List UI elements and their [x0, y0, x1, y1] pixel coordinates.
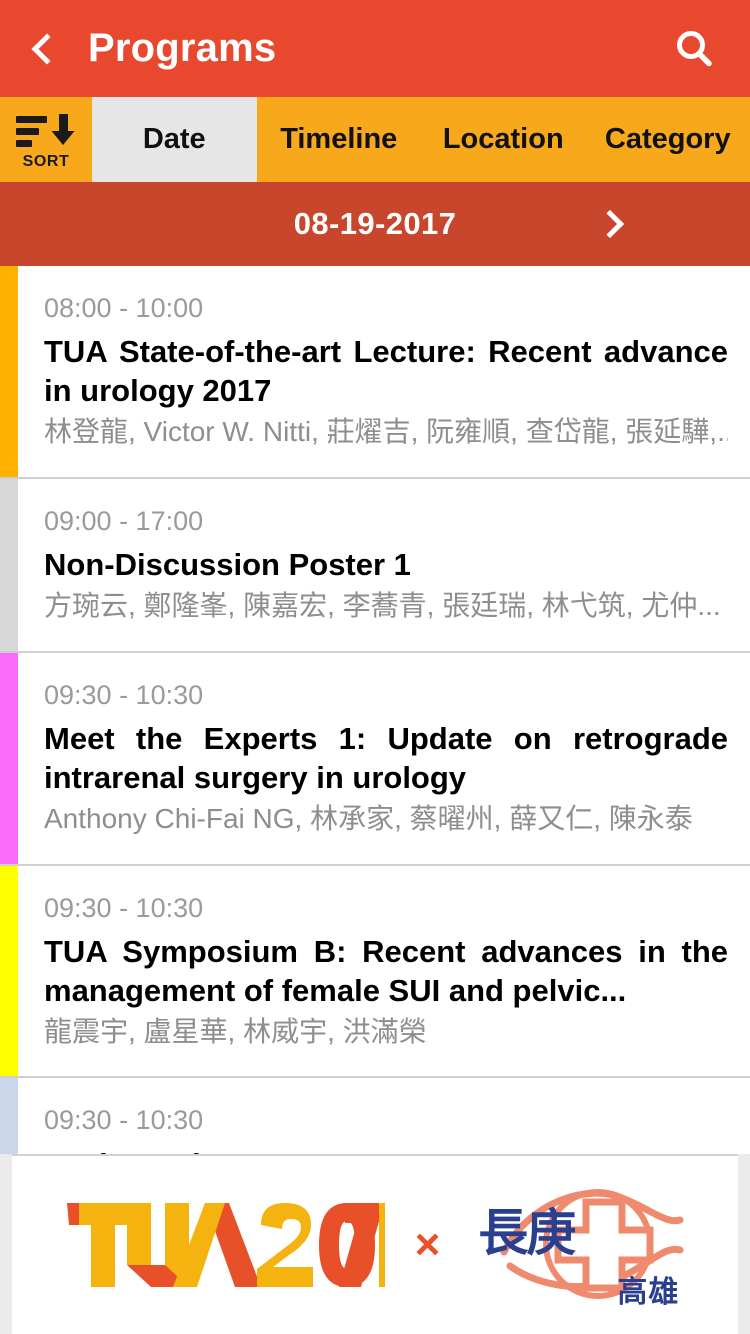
- tab-location[interactable]: Location: [421, 97, 586, 182]
- tua2017-logo: [65, 1195, 385, 1295]
- session-time: 09:00 - 17:00: [44, 505, 204, 536]
- tab-category[interactable]: Category: [586, 97, 750, 182]
- arrow-down-icon: [51, 114, 75, 145]
- session-speakers: 龍震宇, 盧星華, 林威宇, 洪滿榮: [44, 1016, 427, 1048]
- list-item-body: 09:00 - 17:00 Non-Discussion Poster 1 方琬…: [18, 479, 750, 651]
- session-time: 09:30 - 10:30: [44, 1105, 204, 1136]
- cgmh-branch: 高雄: [617, 1275, 680, 1310]
- list-item-body: 08:00 - 10:00 TUA State-of-the-art Lectu…: [18, 266, 750, 477]
- tab-list: Date Timeline Location Category: [92, 97, 750, 182]
- date-selector-bar: 08-19-2017: [0, 182, 750, 266]
- cgmh-name: 長庚: [478, 1203, 576, 1262]
- chevron-right-icon: [595, 209, 625, 239]
- chevron-left-icon: [31, 32, 63, 65]
- list-item-body: 09:30 - 10:30 TUA Symposium B: Recent ad…: [18, 866, 750, 1077]
- tua2017-wordmark-icon: [66, 1203, 385, 1287]
- cgmh-logo: 長庚 高雄: [470, 1180, 685, 1310]
- app-root: Programs SORT Date Timeline Location Cat: [0, 0, 750, 1334]
- list-item[interactable]: 09:30 - 10:30 Meet the Experts 1: Update…: [0, 652, 750, 866]
- sort-button[interactable]: SORT: [0, 97, 92, 182]
- session-speakers: 林登龍, Victor W. Nitti, 莊燿吉, 阮雍順, 查岱龍, 張延驊…: [44, 416, 728, 448]
- category-stripe: [0, 652, 18, 864]
- app-header: Programs: [0, 0, 750, 97]
- list-item-body: 09:30 - 10:30 Meet the Experts 1: Update…: [18, 653, 750, 864]
- session-title: Meet the Experts 1: Update on retrograde…: [44, 721, 728, 796]
- category-stripe: [0, 266, 18, 477]
- list-item[interactable]: 08:00 - 10:00 TUA State-of-the-art Lectu…: [0, 266, 750, 479]
- page-title: Programs: [88, 26, 277, 70]
- tab-timeline[interactable]: Timeline: [257, 97, 422, 182]
- next-date-button[interactable]: [580, 182, 640, 266]
- list-item[interactable]: 09:30 - 10:30 TUA Symposium B: Recent ad…: [0, 865, 750, 1079]
- sponsor-banner-inner: × 長庚 高雄: [12, 1154, 738, 1334]
- search-icon: [677, 30, 712, 66]
- sort-descending-icon: [16, 113, 76, 151]
- session-time: 09:30 - 10:30: [44, 679, 204, 710]
- search-button[interactable]: [662, 17, 726, 81]
- sort-tab-bar: SORT Date Timeline Location Category: [0, 97, 750, 182]
- session-speakers: Anthony Chi-Fai NG, 林承家, 蔡曜州, 薛又仁, 陳永泰: [44, 803, 693, 835]
- category-stripe: [0, 478, 18, 651]
- session-time: 09:30 - 10:30: [44, 892, 204, 923]
- selected-date: 08-19-2017: [293, 206, 457, 241]
- session-speakers: 方琬云, 鄭隆峯, 陳嘉宏, 李蕎青, 張廷瑞, 林弋筑, 尤仲...: [44, 590, 721, 622]
- logo-separator-x: ×: [414, 1220, 441, 1269]
- session-title: TUA State-of-the-art Lecture: Recent adv…: [44, 334, 728, 409]
- list-item[interactable]: 09:00 - 17:00 Non-Discussion Poster 1 方琬…: [0, 478, 750, 653]
- sort-label: SORT: [22, 153, 70, 170]
- session-title: TUA Symposium B: Recent advances in the …: [44, 933, 728, 1009]
- tab-date[interactable]: Date: [92, 97, 257, 182]
- category-stripe: [0, 865, 18, 1077]
- session-title: Non-Discussion Poster 1: [44, 547, 411, 583]
- sponsor-banner[interactable]: × 長庚 高雄: [0, 1154, 750, 1334]
- session-time: 08:00 - 10:00: [44, 293, 204, 323]
- back-button[interactable]: [24, 19, 70, 79]
